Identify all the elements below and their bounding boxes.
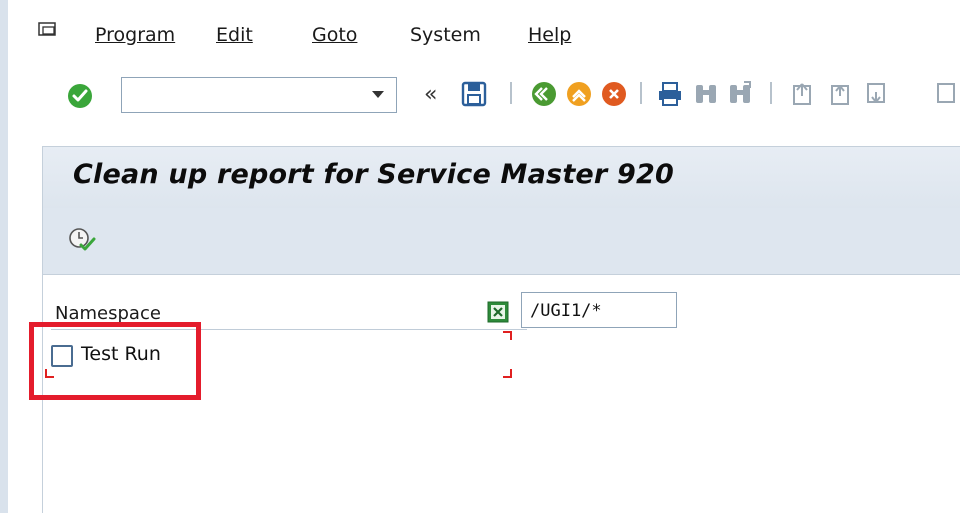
highlight-box	[29, 322, 201, 400]
menu-edit[interactable]: Edit	[216, 24, 253, 46]
menu-system[interactable]: System	[410, 24, 481, 46]
menu-icon[interactable]	[38, 22, 56, 36]
application-toolbar	[42, 208, 960, 275]
menu-program[interactable]: Program	[95, 24, 175, 46]
page-title: Clean up report for Service Master 920	[73, 159, 675, 190]
toolbar-separator	[510, 82, 512, 104]
namespace-field[interactable]	[521, 292, 677, 328]
menu-goto[interactable]: Goto	[312, 24, 357, 46]
namespace-label: Namespace	[55, 303, 161, 324]
execute-icon[interactable]	[67, 225, 97, 255]
print-icon[interactable]	[656, 80, 684, 108]
chevron-down-icon[interactable]	[372, 91, 384, 98]
previous-page-icon[interactable]	[826, 80, 854, 108]
next-page-icon[interactable]	[862, 80, 890, 108]
command-field[interactable]	[121, 77, 397, 113]
exit-icon[interactable]	[565, 80, 593, 108]
focus-corner-bottom-right	[503, 369, 512, 378]
multiple-selection-icon[interactable]	[487, 301, 509, 323]
find-icon[interactable]	[692, 80, 720, 108]
namespace-input[interactable]	[528, 295, 672, 327]
first-page-icon[interactable]	[788, 80, 816, 108]
check-circle-icon[interactable]	[66, 82, 94, 110]
save-icon[interactable]	[460, 80, 488, 108]
toolbar-separator	[640, 82, 642, 104]
find-next-icon[interactable]	[726, 80, 754, 108]
menu-help[interactable]: Help	[528, 24, 571, 46]
cancel-icon[interactable]	[600, 80, 628, 108]
back-icon[interactable]	[530, 80, 558, 108]
focus-corner-top-right	[503, 331, 512, 340]
last-page-icon[interactable]	[932, 80, 960, 108]
collapse-icon[interactable]: «	[424, 82, 437, 107]
toolbar-separator	[770, 82, 772, 104]
command-input[interactable]	[128, 79, 372, 113]
title-bar: Clean up report for Service Master 920	[42, 146, 960, 209]
left-border	[0, 0, 8, 513]
